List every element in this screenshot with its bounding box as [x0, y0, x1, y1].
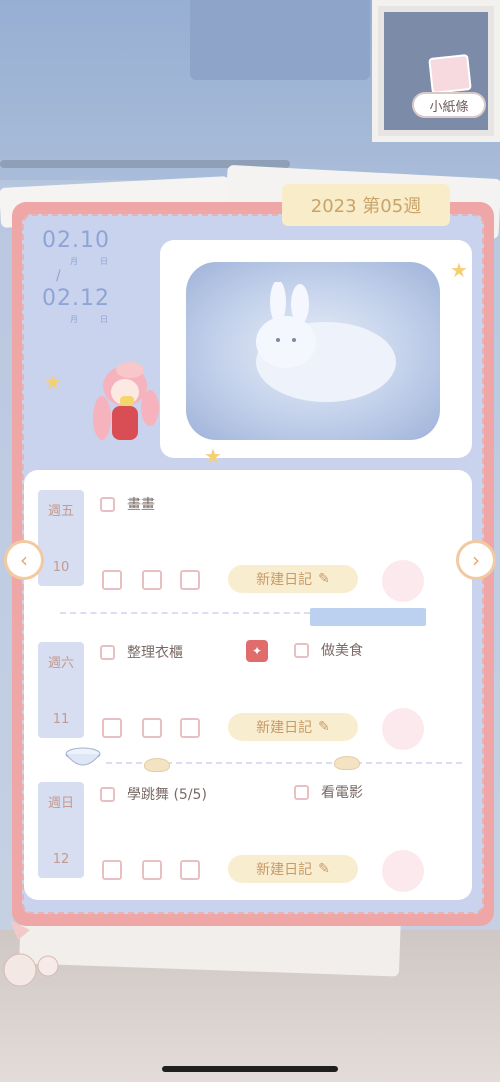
- mood-checkbox[interactable]: [142, 860, 162, 880]
- task-checkbox[interactable]: [294, 642, 309, 658]
- edit-icon: ✎: [318, 719, 330, 735]
- task-item[interactable]: 學跳舞 (5/5): [100, 784, 207, 804]
- sticker-slot[interactable]: [382, 850, 424, 892]
- food-bowl-icon: [65, 747, 101, 766]
- prev-week-button[interactable]: ‹: [4, 540, 44, 580]
- divider: [60, 612, 310, 614]
- edit-icon: ✎: [318, 571, 330, 587]
- day-number: 11: [52, 712, 70, 727]
- star-icon: ★: [44, 370, 62, 394]
- washi-tape: [310, 608, 426, 626]
- mood-checkbox[interactable]: [102, 570, 122, 590]
- dumpling-icon: [334, 756, 360, 770]
- day-number: 10: [52, 560, 70, 575]
- sticker-slot[interactable]: [382, 708, 424, 750]
- mood-checkbox[interactable]: [180, 860, 200, 880]
- dumpling-icon: [144, 758, 170, 772]
- day-tab-sat: 週六 11: [38, 642, 84, 738]
- day-label-2: 日: [100, 315, 108, 324]
- note-button[interactable]: 小紙條: [412, 92, 486, 118]
- task-item[interactable]: 整理衣櫃: [100, 642, 183, 662]
- star-icon: ★: [450, 258, 468, 282]
- date-separator: /: [56, 268, 61, 284]
- chibi-character: [93, 362, 159, 440]
- month-label: 月: [70, 257, 78, 266]
- sticker-slot[interactable]: [382, 560, 424, 602]
- day-tab-fri: 週五 10: [38, 490, 84, 586]
- date-start: 02.10: [42, 228, 110, 253]
- home-indicator: [162, 1066, 338, 1072]
- mood-checkbox[interactable]: [142, 570, 162, 590]
- gift-icon[interactable]: ✦: [246, 640, 268, 662]
- next-week-button[interactable]: ›: [456, 540, 496, 580]
- mood-checkbox[interactable]: [142, 718, 162, 738]
- task-label: 看電影: [321, 785, 363, 801]
- mood-checkbox[interactable]: [102, 860, 122, 880]
- weekday-label: 週六: [47, 656, 74, 671]
- task-item[interactable]: 看電影: [294, 782, 363, 802]
- task-label: 畫畫: [127, 497, 155, 513]
- task-checkbox[interactable]: [100, 786, 115, 802]
- day-list-panel: [24, 470, 472, 900]
- date-end: 02.12: [42, 286, 110, 311]
- mood-checkbox[interactable]: [180, 570, 200, 590]
- mood-checkbox[interactable]: [102, 718, 122, 738]
- month-label-2: 月: [70, 315, 78, 324]
- new-diary-label: 新建日記: [256, 862, 313, 878]
- task-label: 做美食: [321, 643, 363, 659]
- week-tab: 2023 第05週: [282, 184, 450, 226]
- bunny-cloud-image: [256, 282, 396, 402]
- new-diary-button[interactable]: 新建日記 ✎: [228, 855, 358, 883]
- task-checkbox[interactable]: [294, 784, 309, 800]
- bell-charm-decoration: [3, 920, 59, 987]
- note-thumbnail: [428, 54, 472, 94]
- new-diary-label: 新建日記: [256, 720, 313, 736]
- task-item[interactable]: 做美食: [294, 640, 363, 660]
- chevron-left-icon: ‹: [20, 548, 28, 572]
- star-icon: ★: [204, 444, 222, 468]
- day-number: 12: [52, 852, 70, 867]
- edit-icon: ✎: [318, 861, 330, 877]
- task-checkbox[interactable]: [100, 496, 115, 512]
- mood-checkbox[interactable]: [180, 718, 200, 738]
- background-cabinet: [190, 0, 370, 80]
- weekday-label: 週五: [47, 504, 74, 519]
- new-diary-button[interactable]: 新建日記 ✎: [228, 565, 358, 593]
- chevron-right-icon: ›: [472, 548, 480, 572]
- weekday-label: 週日: [47, 796, 74, 811]
- day-tab-sun: 週日 12: [38, 782, 84, 878]
- new-diary-label: 新建日記: [256, 572, 313, 588]
- task-label: 整理衣櫃: [127, 645, 183, 661]
- day-label: 日: [100, 257, 108, 266]
- task-label: 學跳舞 (5/5): [127, 787, 207, 803]
- new-diary-button[interactable]: 新建日記 ✎: [228, 713, 358, 741]
- task-checkbox[interactable]: [100, 644, 115, 660]
- task-item[interactable]: 畫畫: [100, 494, 155, 514]
